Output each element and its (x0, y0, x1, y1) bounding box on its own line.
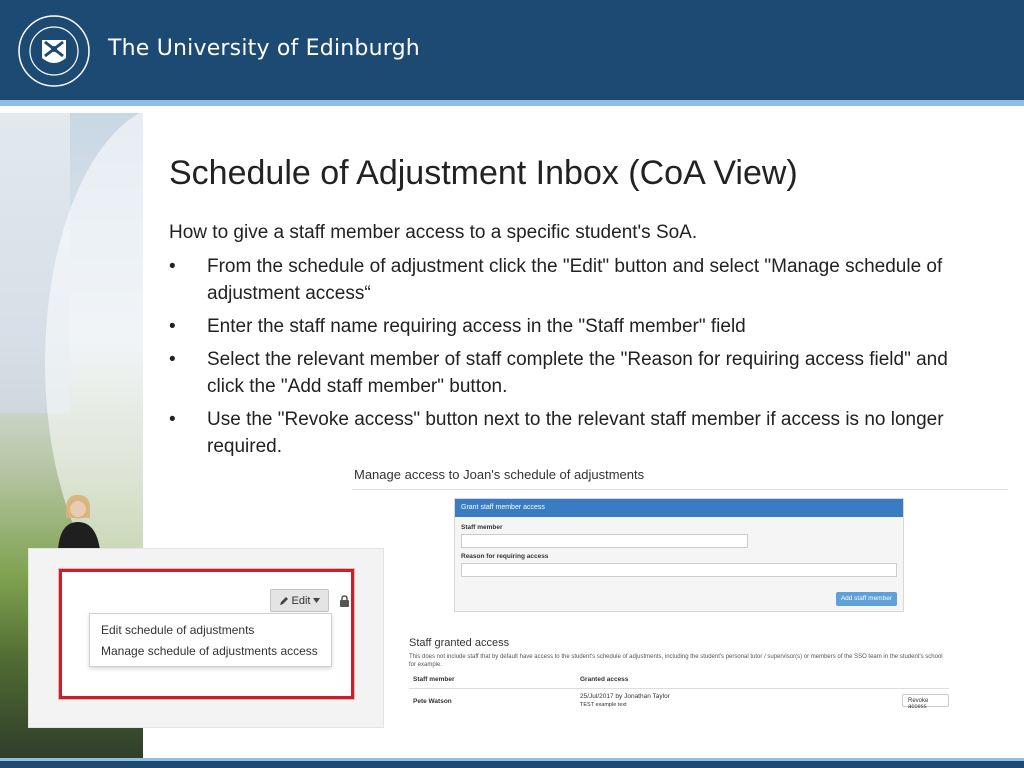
instruction-step: From the schedule of adjustment click th… (169, 253, 969, 307)
reason-label: Reason for requiring access (461, 553, 549, 560)
edit-button-label: Edit (291, 594, 311, 607)
instruction-step: Enter the staff name requiring access in… (169, 313, 969, 340)
table-divider (409, 688, 949, 689)
header-band: The University of Edinburgh (0, 0, 1024, 100)
staff-name-cell: Pete Watson (413, 698, 452, 705)
staff-member-label: Staff member (461, 524, 503, 531)
instruction-step: Select the relevant member of staff comp… (169, 346, 969, 400)
university-crest-icon (18, 15, 90, 87)
slide-title: Schedule of Adjustment Inbox (CoA View) (169, 154, 798, 192)
reason-cell: TEST example text (580, 702, 627, 708)
column-header: Granted access (580, 676, 629, 683)
staff-granted-heading: Staff granted access (409, 637, 510, 649)
edit-dropdown-menu: Edit schedule of adjustments Manage sche… (89, 613, 332, 667)
menu-item-manage-access[interactable]: Manage schedule of adjustments access (101, 644, 318, 658)
grant-access-panel: Grant staff member access Staff member R… (454, 498, 904, 612)
edit-menu-screenshot: Edit Edit schedule of adjustments Manage… (28, 548, 384, 728)
add-staff-member-button[interactable]: Add staff member (835, 592, 897, 606)
reason-input[interactable] (461, 563, 897, 577)
granted-date-cell: 25/Jul/2017 by Jonathan Taylor (580, 693, 670, 700)
revoke-access-button[interactable]: Revoke access (902, 694, 949, 710)
person-photo (58, 494, 100, 550)
grant-panel-header: Grant staff member access (455, 499, 903, 517)
pencil-icon (279, 596, 288, 605)
caret-down-icon (313, 598, 321, 603)
staff-granted-note: This does not include staff that by defa… (409, 654, 943, 668)
manage-access-screenshot: Manage access to Joan's schedule of adju… (352, 462, 1008, 730)
slide-intro: How to give a staff member access to a s… (169, 222, 698, 243)
menu-item-edit-schedule[interactable]: Edit schedule of adjustments (101, 623, 254, 637)
footer-rule (0, 758, 1024, 768)
staff-member-input[interactable] (461, 534, 748, 548)
instruction-list: From the schedule of adjustment click th… (169, 253, 969, 466)
manage-access-heading: Manage access to Joan's schedule of adju… (354, 467, 645, 482)
instruction-step: Use the "Revoke access" button next to t… (169, 406, 969, 460)
divider (352, 489, 1008, 490)
edit-button[interactable]: Edit (270, 589, 329, 612)
header-rule (0, 100, 1024, 106)
column-header: Staff member (413, 676, 455, 683)
lock-icon (340, 595, 349, 607)
university-brand-name: The University of Edinburgh (108, 36, 420, 61)
